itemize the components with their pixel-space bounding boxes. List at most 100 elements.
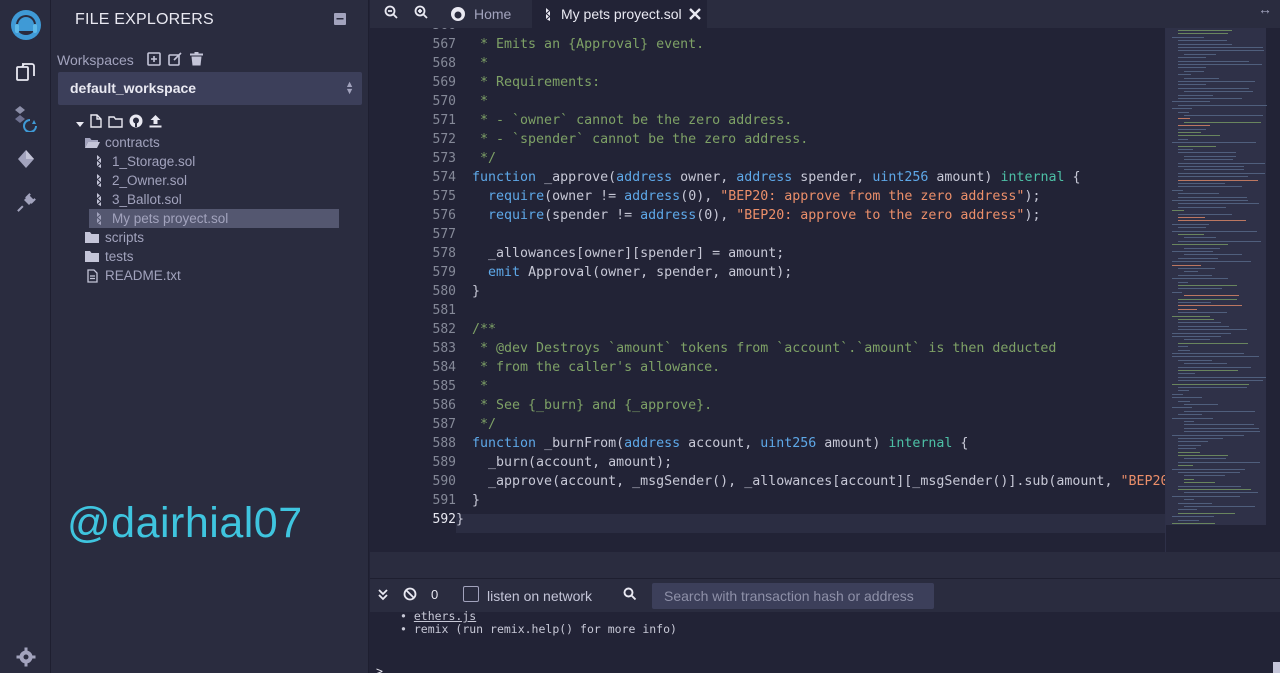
minimap-line bbox=[1172, 353, 1244, 354]
watermark-text: @dairhial07 bbox=[67, 499, 303, 547]
tab-home[interactable]: Home bbox=[438, 0, 523, 28]
tab-my-pets-proyect[interactable]: My pets proyect.sol bbox=[532, 0, 707, 28]
clear-console-icon[interactable] bbox=[403, 587, 417, 606]
new-folder-icon[interactable] bbox=[108, 115, 123, 133]
line-number: 572 bbox=[432, 132, 456, 147]
pending-tx-count: 0 bbox=[431, 587, 439, 602]
minimap-line bbox=[1178, 135, 1220, 137]
minimap-line bbox=[1178, 162, 1265, 164]
editor-minimap[interactable] bbox=[1165, 28, 1280, 552]
new-file-icon[interactable] bbox=[90, 114, 102, 133]
minimap-line bbox=[1172, 393, 1183, 395]
code-line: * bbox=[456, 56, 489, 71]
minimap-line bbox=[1178, 104, 1267, 106]
create-workspace-icon[interactable] bbox=[147, 52, 161, 71]
code-line: _burn(account, amount); bbox=[456, 455, 673, 470]
minimap-line bbox=[1184, 237, 1216, 239]
code-line: * - `owner` cannot be the zero address. bbox=[456, 113, 793, 128]
minimap-line bbox=[1184, 254, 1242, 256]
zoom-in-icon[interactable] bbox=[414, 5, 428, 26]
tree-folder-scripts[interactable]: scripts bbox=[84, 228, 144, 247]
solidity-file-icon bbox=[91, 193, 107, 206]
close-icon[interactable] bbox=[688, 8, 701, 20]
minimap-line bbox=[1184, 295, 1239, 297]
terminal-prompt[interactable]: > bbox=[376, 664, 383, 673]
collapse-caret-icon[interactable] bbox=[76, 115, 84, 133]
upload-icon[interactable] bbox=[149, 114, 162, 133]
tree-file-storage[interactable]: 1_Storage.sol bbox=[91, 152, 195, 171]
minimap-line bbox=[1178, 322, 1221, 324]
minimap-line bbox=[1172, 332, 1231, 334]
code-line: */ bbox=[456, 151, 497, 166]
terminal-search-input[interactable]: Search with transaction hash or address bbox=[652, 583, 934, 609]
minimap-line bbox=[1172, 407, 1192, 409]
github-icon[interactable] bbox=[129, 114, 143, 133]
minimap-line bbox=[1172, 142, 1256, 144]
terminal-resize-bar[interactable] bbox=[370, 552, 1280, 578]
code-line: function _approve(address owner, address… bbox=[472, 170, 1081, 185]
line-number: 573 bbox=[432, 151, 456, 166]
solidity-file-icon bbox=[91, 174, 107, 187]
minimap-line bbox=[1172, 108, 1192, 110]
collapse-terminal-icon[interactable] bbox=[378, 588, 388, 606]
line-number: 592 bbox=[432, 512, 456, 527]
file-explorer-icon[interactable] bbox=[0, 52, 51, 92]
minimap-line bbox=[1184, 404, 1218, 405]
code-editor[interactable]: 566 567 * Emits an {Approval} event.568 *… bbox=[370, 28, 1165, 552]
minimap-line bbox=[1178, 166, 1244, 167]
settings-gear-icon[interactable] bbox=[0, 637, 51, 673]
zoom-out-icon[interactable] bbox=[384, 5, 398, 26]
minimap-line bbox=[1184, 121, 1261, 123]
workspace-select[interactable]: default_workspace ▲ ▼ bbox=[58, 72, 362, 105]
plugin-manager-icon[interactable] bbox=[0, 183, 51, 223]
minimap-line bbox=[1178, 196, 1247, 198]
solidity-file-icon bbox=[91, 212, 107, 225]
minimap-line bbox=[1178, 193, 1219, 195]
expand-icon[interactable]: ↔ bbox=[1258, 1, 1272, 17]
tree-item-label: 1_Storage.sol bbox=[112, 154, 196, 169]
rename-workspace-icon[interactable] bbox=[168, 52, 183, 71]
line-number: 576 bbox=[432, 208, 456, 223]
deploy-run-icon[interactable] bbox=[0, 139, 51, 179]
minimap-line bbox=[1178, 240, 1261, 242]
minimap-line bbox=[1178, 98, 1242, 99]
line-number: 568 bbox=[432, 56, 456, 71]
terminal-scrollbar[interactable] bbox=[1273, 662, 1280, 673]
ethers-link[interactable]: ethers.js bbox=[414, 609, 476, 623]
listen-network-checkbox[interactable] bbox=[463, 586, 479, 602]
code-line: * @dev Destroys `amount` tokens from `ac… bbox=[456, 341, 1057, 356]
solidity-compiler-icon[interactable] bbox=[0, 98, 51, 138]
code-line: /** bbox=[456, 322, 497, 337]
line-number: 589 bbox=[432, 455, 456, 470]
code-line: _allowances[owner][spender] = amount; bbox=[456, 246, 785, 261]
remix-logo-icon[interactable] bbox=[0, 2, 51, 46]
minimap-line bbox=[1172, 336, 1221, 337]
minimap-line bbox=[1178, 203, 1259, 205]
tree-file-my-pets-proyect[interactable]: My pets proyect.sol bbox=[89, 209, 339, 228]
terminal-line: • remix (run remix.help() for more info) bbox=[400, 622, 677, 636]
minimap-line bbox=[1178, 390, 1189, 392]
minimap-line bbox=[1184, 475, 1225, 477]
tree-folder-contracts[interactable]: contracts bbox=[84, 133, 160, 152]
code-line: function _burnFrom(address account, uint… bbox=[472, 436, 969, 451]
minimap-line bbox=[1178, 138, 1188, 140]
minimap-line bbox=[1178, 149, 1193, 150]
tree-file-readme[interactable]: README.txt bbox=[84, 266, 181, 285]
minimap-line bbox=[1178, 438, 1223, 439]
minimap-line bbox=[1184, 499, 1194, 501]
minimap-line bbox=[1184, 339, 1210, 341]
tree-folder-tests[interactable]: tests bbox=[84, 247, 134, 266]
minimap-line bbox=[1178, 43, 1232, 45]
delete-workspace-icon[interactable] bbox=[190, 52, 203, 71]
minimap-line bbox=[1184, 115, 1263, 116]
code-line: * Emits an {Approval} event. bbox=[456, 37, 705, 52]
tree-file-ballot[interactable]: 3_Ballot.sol bbox=[91, 190, 182, 209]
minimap-line bbox=[1172, 251, 1213, 252]
line-number: 581 bbox=[432, 303, 456, 318]
minimize-panel-icon[interactable] bbox=[333, 12, 347, 31]
minimap-line bbox=[1172, 230, 1257, 232]
minimap-line bbox=[1178, 30, 1232, 31]
minimap-line bbox=[1172, 468, 1245, 470]
tree-file-owner[interactable]: 2_Owner.sol bbox=[91, 171, 187, 190]
minimap-line bbox=[1178, 502, 1212, 504]
